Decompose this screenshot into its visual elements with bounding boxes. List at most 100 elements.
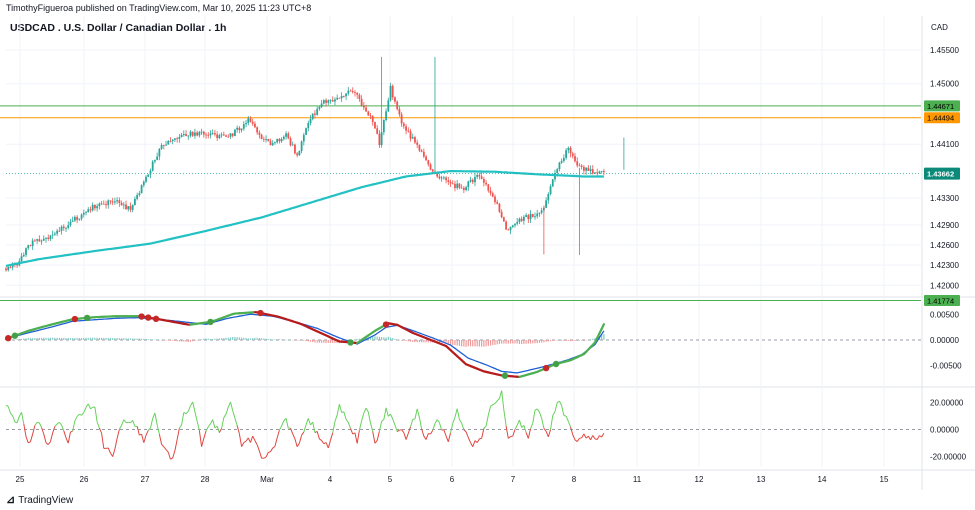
macd-histogram-bar (40, 337, 43, 340)
oscillator-segment (356, 430, 360, 444)
macd-histogram-bar (561, 339, 563, 341)
oscillator-segment (376, 431, 380, 441)
candle-body (129, 206, 132, 210)
macd-histogram-bar (194, 339, 196, 341)
macd-histogram-bar (192, 339, 194, 342)
macd-histogram-bar (96, 337, 98, 340)
candle-body (365, 107, 367, 112)
macd-cross-marker (207, 318, 214, 326)
macd-histogram-bar (285, 339, 287, 341)
candle-body (320, 103, 323, 107)
macd-histogram-bar (496, 339, 498, 345)
oscillator-segment (243, 440, 247, 444)
candle-body (411, 137, 414, 139)
candle-body (420, 150, 423, 152)
oscillator-segment (456, 408, 460, 420)
oscillator-segment (425, 433, 429, 440)
oscillator-segment (325, 442, 329, 449)
macd-histogram-bar (378, 336, 381, 340)
candle-body (334, 99, 336, 102)
candle-body (47, 237, 50, 240)
oscillator-segment (407, 426, 411, 434)
ema-line (5, 170, 604, 267)
macd-histogram-bar (123, 338, 125, 340)
oscillator-segment (114, 438, 118, 450)
candle-body (378, 133, 381, 145)
price-tick-label: 1.45000 (930, 80, 959, 89)
candle-body (362, 105, 365, 108)
macd-histogram-bar (34, 338, 36, 340)
candle-body (174, 138, 176, 140)
oscillator-segment (372, 431, 376, 444)
candle-body (414, 137, 416, 143)
macd-histogram-bar (545, 339, 547, 342)
candle-body (367, 111, 370, 116)
candle-body (540, 210, 543, 213)
macd-histogram-bar (169, 339, 172, 341)
macd-histogram-bar (174, 339, 176, 342)
macd-histogram-bar (83, 337, 85, 340)
macd-histogram-bar (396, 339, 398, 341)
macd-histogram-bar (132, 338, 134, 340)
time-tick-label: 26 (80, 475, 89, 484)
oscillator-segment (307, 418, 311, 426)
macd-cross-marker (83, 314, 91, 322)
macd-histogram-bar (514, 339, 516, 344)
candle-body (29, 245, 32, 247)
chart-canvas[interactable]: 1.45500 1.45000 1.44100 1.43300 1.42900 1.426… (0, 0, 975, 510)
macd-histogram-bar (516, 339, 518, 344)
macd-histogram-bar (567, 339, 569, 341)
candle-body (294, 144, 296, 154)
candle-body (111, 201, 114, 203)
candle-body (227, 136, 230, 138)
oscillator-segment (501, 390, 505, 411)
candle-body (489, 190, 492, 194)
candle-body (169, 141, 172, 142)
macd-histogram-bar (407, 339, 409, 342)
oscillator-segment (218, 428, 223, 433)
macd-histogram-bar (138, 338, 140, 340)
candle-body (136, 195, 139, 199)
candle-body (160, 145, 163, 149)
currency-label: CAD (931, 23, 948, 32)
macd-histogram-bar (565, 339, 567, 341)
oscillator-segment (67, 431, 71, 444)
candle-body (240, 128, 243, 131)
macd-histogram-bar (156, 339, 158, 341)
oscillator-segment (58, 421, 62, 426)
macd-histogram-bar (287, 339, 289, 341)
macd-histogram-bar (463, 339, 465, 347)
candle-body (511, 225, 514, 227)
macd-histogram-bar (427, 339, 429, 343)
oscillator-segment (212, 419, 216, 429)
macd-histogram-bar (92, 337, 94, 340)
macd-histogram-bar (578, 339, 581, 341)
macd-histogram-bar (225, 337, 227, 340)
candle-body (287, 133, 290, 139)
oscillator-segment (132, 420, 136, 427)
macd-histogram-bar (512, 339, 514, 344)
oscillator-segment (87, 403, 91, 410)
time-tick-label: 14 (818, 475, 827, 484)
footer-brand[interactable]: ⊿⁠TradingView (6, 493, 73, 507)
candle-body (458, 183, 461, 188)
oscillator-segment (61, 424, 65, 431)
macd-histogram-bar (412, 339, 414, 343)
time-tick-label: 28 (201, 475, 210, 484)
oscillator-segment (412, 418, 416, 420)
macd-histogram-bar (183, 339, 185, 342)
oscillator-segment (79, 413, 82, 416)
macd-histogram-bar (267, 338, 269, 340)
macd-histogram-bar (572, 339, 574, 342)
candle-body (276, 138, 279, 143)
oscillator-segment (590, 435, 594, 441)
candle-body (114, 201, 116, 203)
candle-body (205, 134, 207, 136)
candle-body (331, 100, 334, 102)
oscillator-segment (181, 412, 185, 426)
candle-body (116, 200, 119, 202)
oscillator-segment (272, 446, 276, 449)
oscillator-segment (227, 401, 231, 408)
candle-body (354, 92, 356, 93)
candle-body (587, 167, 590, 171)
